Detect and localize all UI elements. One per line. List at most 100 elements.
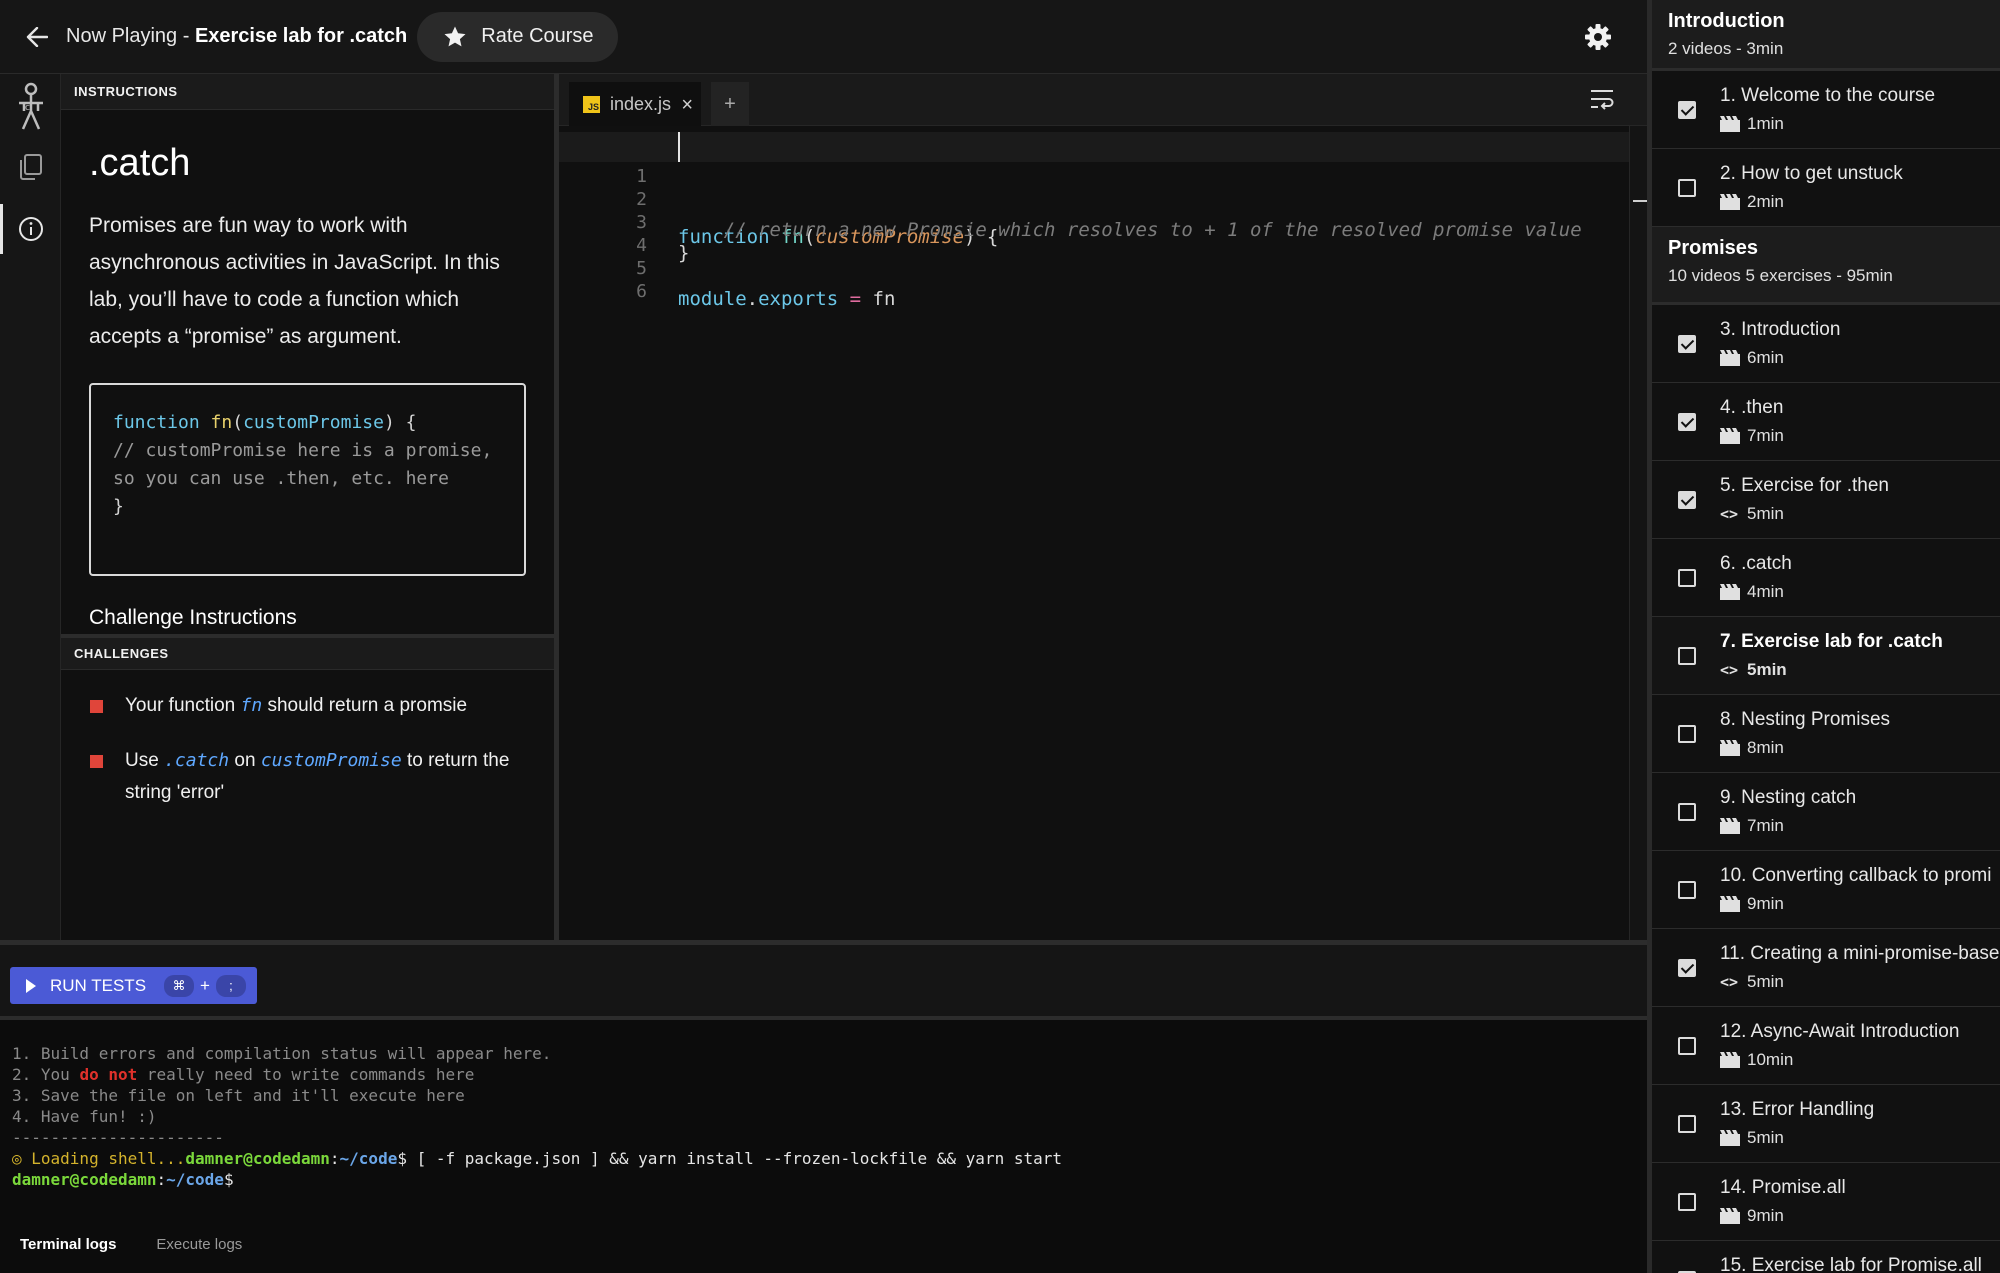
code-variable: module [678, 288, 747, 310]
word-wrap-button[interactable] [1589, 88, 1617, 112]
section-header[interactable]: Introduction 2 videos - 3min [1652, 0, 2000, 71]
lesson-title: 12. Async-Await Introduction [1720, 1021, 1960, 1042]
terminal-output[interactable]: 1. Build errors and compilation status w… [0, 1020, 1647, 1215]
back-button[interactable] [22, 22, 52, 52]
challenge-code: fn [240, 695, 263, 716]
lesson-item[interactable]: 7. Exercise lab for .catch <> 5min [1652, 617, 2000, 695]
video-icon [1720, 740, 1740, 756]
terminal-path: ~/code [166, 1170, 224, 1189]
terminal-user: damner@codedamn [185, 1149, 330, 1168]
challenge-code: .catch [164, 750, 230, 771]
rate-course-button[interactable]: Rate Course [417, 11, 618, 62]
lesson-duration: 5min [1747, 504, 1784, 523]
completion-checkbox[interactable] [1678, 491, 1696, 509]
terminal-dollar: $ [223, 1170, 234, 1189]
terminal-text: 2. You [12, 1065, 80, 1084]
run-tests-button[interactable]: RUN TESTS ⌘ + ; [10, 967, 257, 1004]
editor-scrollbar[interactable] [1629, 126, 1647, 940]
completion-checkbox[interactable] [1678, 1115, 1696, 1133]
lesson-meta: 7min [1720, 426, 1784, 446]
completion-checkbox[interactable] [1678, 881, 1696, 899]
challenge-item: Your function fn should return a promsie [61, 690, 554, 722]
completion-checkbox[interactable] [1678, 1193, 1696, 1211]
rail-logo[interactable]: c [0, 78, 61, 136]
now-playing-prefix: Now Playing - [66, 25, 195, 47]
video-icon [1720, 1208, 1740, 1224]
completion-checkbox[interactable] [1678, 179, 1696, 197]
log-tabs: Terminal logs Execute logs [0, 1215, 1647, 1273]
lesson-title: 3. Introduction [1720, 319, 1841, 340]
lesson-duration: 6min [1747, 348, 1784, 367]
lesson-meta: <> 5min [1720, 660, 1787, 680]
close-icon[interactable]: × [681, 94, 693, 117]
tab-execute-logs[interactable]: Execute logs [136, 1215, 262, 1273]
lesson-title: 13. Error Handling [1720, 1099, 1875, 1120]
rail-info[interactable] [0, 200, 61, 258]
lesson-item[interactable]: 2. How to get unstuck 2min [1652, 149, 2000, 227]
lesson-item[interactable]: 11. Creating a mini-promise-base <> 5min [1652, 929, 2000, 1007]
lesson-item[interactable]: 6. .catch 4min [1652, 539, 2000, 617]
lesson-item[interactable]: 4. .then 7min [1652, 383, 2000, 461]
tab-terminal-logs[interactable]: Terminal logs [0, 1215, 136, 1273]
video-icon [1720, 584, 1740, 600]
lesson-title: 8. Nesting Promises [1720, 709, 1891, 730]
instructions-body[interactable]: .catch Promises are fun way to work with… [61, 110, 554, 634]
code-area[interactable]: 1 function fn(customPromise) { 2 // retu… [559, 126, 1629, 940]
lesson-item[interactable]: 3. Introduction 6min [1652, 305, 2000, 383]
lesson-item[interactable]: 15. Exercise lab for Promise.all<> [1652, 1241, 2000, 1273]
challenges-list: Your function fn should return a promsie… [61, 670, 554, 809]
terminal-colon: : [156, 1170, 167, 1189]
icon-rail: c [0, 74, 61, 940]
lesson-item[interactable]: 9. Nesting catch 7min [1652, 773, 2000, 851]
lesson-duration: 9min [1747, 894, 1784, 913]
lab-description: Promises are fun way to work with asynch… [89, 214, 500, 348]
lesson-title: 4. .then [1720, 397, 1784, 418]
completion-checkbox[interactable] [1678, 101, 1696, 119]
lesson-duration: 4min [1747, 582, 1784, 601]
lesson-duration: 1min [1747, 114, 1784, 133]
rail-files[interactable] [0, 138, 61, 196]
lesson-item[interactable]: 14. Promise.all 9min [1652, 1163, 2000, 1241]
video-icon [1720, 1130, 1740, 1146]
completion-checkbox[interactable] [1678, 725, 1696, 743]
lesson-item[interactable]: 13. Error Handling 5min [1652, 1085, 2000, 1163]
lesson-meta: <> 5min [1720, 504, 1784, 524]
lesson-meta: 9min [1720, 894, 1784, 914]
video-icon [1720, 896, 1740, 912]
lesson-item[interactable]: 10. Converting callback to promi 9min [1652, 851, 2000, 929]
lesson-item[interactable]: 5. Exercise for .then <> 5min [1652, 461, 2000, 539]
challenge-code: customPromise [260, 750, 402, 771]
shortcut-key-semicolon: ; [215, 974, 246, 997]
now-playing-title: Exercise lab for .catch [194, 25, 408, 47]
challenge-item: Use .catch on customPromise to return th… [61, 745, 554, 809]
lesson-item[interactable]: 8. Nesting Promises 8min [1652, 695, 2000, 773]
tab-index-js[interactable]: JS index.js × [569, 82, 701, 126]
lesson-item[interactable]: 1. Welcome to the course 1min [1652, 71, 2000, 149]
lesson-meta: 4min [1720, 582, 1784, 602]
shortcut-key-cmd: ⌘ [164, 974, 195, 997]
challenge-text: Use [125, 750, 165, 771]
terminal-loading: ◎ Loading shell... [12, 1149, 186, 1168]
challenge-text: Your function [125, 695, 241, 716]
shortcut-plus: + [200, 975, 210, 995]
completion-checkbox[interactable] [1678, 335, 1696, 353]
completion-checkbox[interactable] [1678, 959, 1696, 977]
completion-checkbox[interactable] [1678, 647, 1696, 665]
wrap-icon [1591, 90, 1614, 110]
lesson-item[interactable]: 12. Async-Await Introduction 10min [1652, 1007, 2000, 1085]
completion-checkbox[interactable] [1678, 569, 1696, 587]
settings-button[interactable] [1582, 21, 1614, 53]
run-tests-label: RUN TESTS [50, 975, 147, 995]
lesson-meta: 6min [1720, 348, 1784, 368]
completion-checkbox[interactable] [1678, 803, 1696, 821]
course-sidebar[interactable]: Introduction 2 videos - 3min 1. Welcome to… [1647, 0, 2000, 1273]
editor-tab-bar: JS index.js × + [559, 74, 1647, 126]
code-property: exports [758, 288, 839, 310]
add-tab-button[interactable]: + [711, 82, 749, 126]
completion-checkbox[interactable] [1678, 413, 1696, 431]
lab-title: .catch [89, 142, 191, 184]
scrollbar-thumb[interactable] [1633, 200, 1647, 202]
completion-checkbox[interactable] [1678, 1037, 1696, 1055]
section-header[interactable]: Promises 10 videos 5 exercises - 95min [1652, 227, 2000, 305]
code-comment: // customPromise here is a promise, so y… [113, 440, 504, 489]
